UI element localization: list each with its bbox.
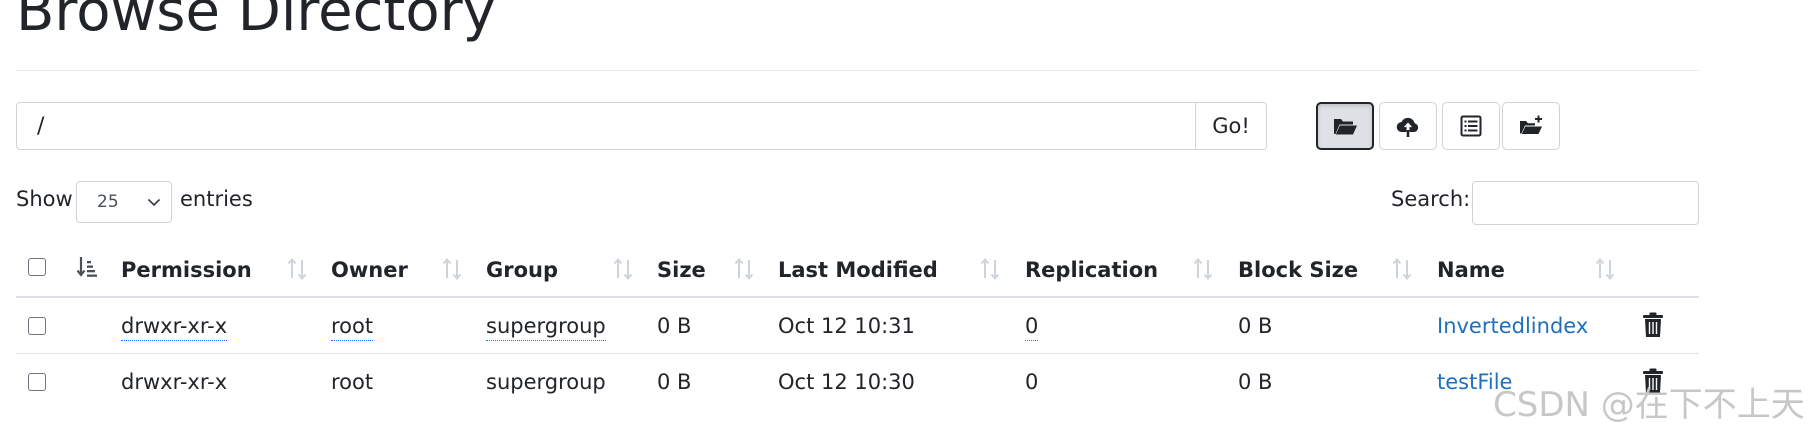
sort-icon[interactable]: [612, 256, 634, 282]
chevron-down-icon: [147, 198, 161, 207]
page-title: Browse Directory: [16, 0, 496, 44]
row-checkbox[interactable]: [28, 373, 46, 391]
column-header-last-modified[interactable]: Last Modified: [778, 258, 938, 282]
row-checkbox[interactable]: [28, 317, 46, 335]
owner-cell[interactable]: root: [331, 370, 373, 394]
list-alt-icon: [1460, 115, 1482, 137]
create-directory-button[interactable]: [1502, 102, 1560, 150]
entries-label: entries: [180, 187, 253, 211]
sort-icon[interactable]: [286, 256, 308, 282]
watermark: CSDN @在下不上天: [1493, 385, 1805, 425]
last-modified-cell: Oct 12 10:30: [778, 370, 915, 394]
table-header-divider: [16, 296, 1699, 298]
go-button[interactable]: Go!: [1195, 102, 1267, 150]
column-header-group[interactable]: Group: [486, 258, 558, 282]
path-input[interactable]: [16, 102, 1196, 150]
title-divider: [16, 70, 1699, 71]
cut-paste-button[interactable]: [1442, 102, 1500, 150]
group-cell[interactable]: supergroup: [486, 314, 606, 341]
sort-ascending-active-icon[interactable]: [76, 254, 98, 280]
show-label: Show: [16, 187, 73, 211]
cloud-upload-icon: [1396, 117, 1419, 137]
sort-icon[interactable]: [979, 256, 1001, 282]
last-modified-cell: Oct 12 10:31: [778, 314, 915, 338]
column-header-replication[interactable]: Replication: [1025, 258, 1158, 282]
replication-cell[interactable]: 0: [1025, 370, 1038, 394]
search-label: Search:: [1391, 187, 1471, 211]
replication-cell[interactable]: 0: [1025, 314, 1039, 341]
permission-cell[interactable]: drwxr-xr-x: [121, 370, 227, 394]
block-size-cell: 0 B: [1238, 370, 1273, 394]
group-cell[interactable]: supergroup: [486, 370, 606, 394]
size-cell: 0 B: [657, 370, 692, 394]
entries-select-value: 25: [97, 192, 119, 212]
sort-icon[interactable]: [1192, 256, 1214, 282]
sort-icon[interactable]: [441, 256, 463, 282]
folder-plus-icon: [1520, 115, 1542, 134]
block-size-cell: 0 B: [1238, 314, 1273, 338]
owner-cell[interactable]: root: [331, 314, 374, 341]
permission-cell[interactable]: drwxr-xr-x: [121, 314, 228, 341]
column-header-permission[interactable]: Permission: [121, 258, 252, 282]
file-name-link[interactable]: Invertedlindex: [1437, 314, 1588, 338]
search-input[interactable]: [1472, 181, 1699, 225]
size-cell: 0 B: [657, 314, 692, 338]
sort-icon[interactable]: [1391, 256, 1413, 282]
open-directory-button[interactable]: [1316, 102, 1374, 150]
folder-open-icon: [1334, 119, 1357, 135]
select-all-checkbox[interactable]: [28, 258, 46, 276]
column-header-block-size[interactable]: Block Size: [1238, 258, 1358, 282]
trash-icon[interactable]: [1641, 312, 1665, 338]
sort-icon[interactable]: [733, 256, 755, 282]
column-header-name[interactable]: Name: [1437, 258, 1505, 282]
row-divider: [16, 353, 1699, 354]
upload-file-button[interactable]: [1379, 102, 1437, 150]
entries-select[interactable]: 25: [76, 181, 172, 223]
sort-icon[interactable]: [1594, 256, 1616, 282]
column-header-owner[interactable]: Owner: [331, 258, 408, 282]
column-header-size[interactable]: Size: [657, 258, 706, 282]
